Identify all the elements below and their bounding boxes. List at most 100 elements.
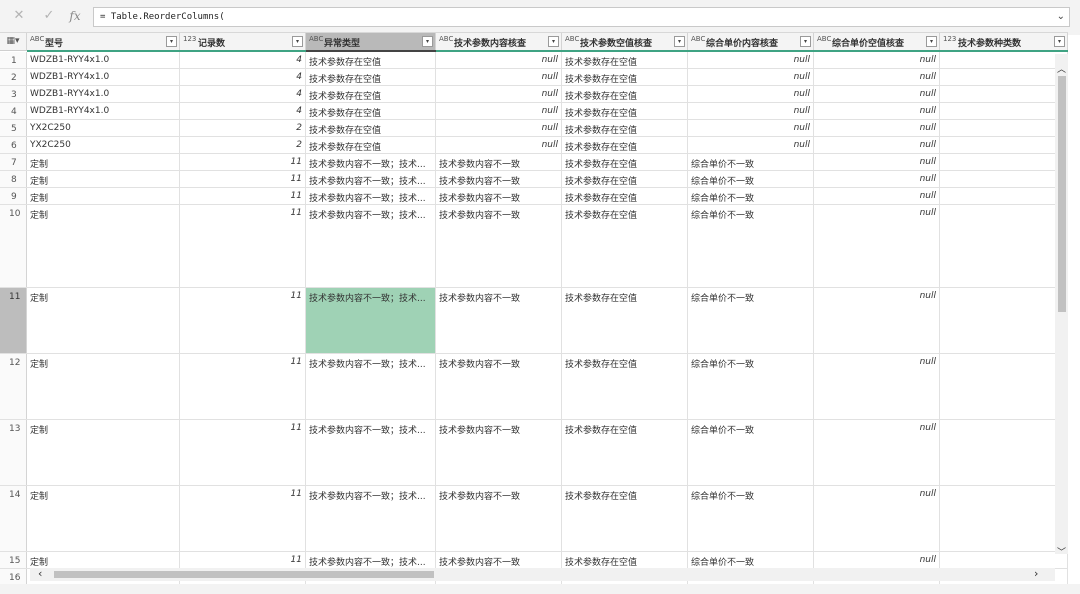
table-cell[interactable]: 定制 — [27, 486, 180, 551]
row-number[interactable]: 5 — [0, 120, 27, 136]
table-cell[interactable]: 11 — [180, 154, 306, 170]
table-cell[interactable] — [940, 205, 1068, 287]
table-cell[interactable]: null — [688, 137, 814, 153]
filter-dropdown-icon[interactable]: ▾ — [166, 36, 177, 47]
row-number[interactable]: 3 — [0, 86, 27, 102]
table-cell[interactable]: null — [436, 137, 562, 153]
filter-dropdown-icon[interactable]: ▾ — [292, 36, 303, 47]
table-cell[interactable]: null — [436, 69, 562, 85]
row-number[interactable]: 10 — [0, 205, 27, 287]
table-cell[interactable]: 技术参数内容不一致；技术... — [306, 486, 436, 551]
table-cell[interactable]: 技术参数存在空值 — [306, 103, 436, 119]
table-cell[interactable]: 11 — [180, 552, 306, 568]
table-cell[interactable]: 综合单价不一致 — [688, 171, 814, 187]
table-cell[interactable]: 定制 — [27, 288, 180, 353]
table-row[interactable]: 8 定制 11 技术参数内容不一致；技术... 技术参数内容不一致 技术参数存在空值 综合单… — [0, 171, 1068, 188]
table-cell[interactable] — [940, 188, 1068, 204]
table-cell[interactable]: WDZB1-RYY4x1.0 — [27, 86, 180, 102]
scroll-down-icon[interactable]: ﹀ — [1057, 545, 1066, 558]
column-header[interactable]: 123 记录数 ▾ — [180, 33, 306, 50]
table-cell[interactable]: 技术参数内容不一致 — [436, 552, 562, 568]
formula-input[interactable]: = Table.ReorderColumns( ⌄ — [93, 7, 1070, 27]
table-cell[interactable]: 技术参数内容不一致；技术... — [306, 552, 436, 568]
table-row[interactable]: 14 定制 11 技术参数内容不一致；技术... 技术参数内容不一致 技术参数存在空值 综合… — [0, 486, 1068, 552]
table-cell[interactable]: 11 — [180, 205, 306, 287]
table-cell[interactable]: null — [688, 52, 814, 68]
scroll-right-icon[interactable]: › — [1034, 567, 1038, 580]
table-cell[interactable]: 技术参数存在空值 — [306, 86, 436, 102]
row-number[interactable]: 11 — [0, 288, 27, 353]
table-cell[interactable]: 综合单价不一致 — [688, 154, 814, 170]
table-cell[interactable]: 4 — [180, 86, 306, 102]
table-cell[interactable]: null — [814, 137, 940, 153]
table-cell[interactable]: 11 — [180, 188, 306, 204]
table-cell[interactable]: 定制 — [27, 205, 180, 287]
table-cell[interactable]: WDZB1-RYY4x1.0 — [27, 52, 180, 68]
table-cell[interactable]: 定制 — [27, 188, 180, 204]
table-row[interactable]: 7 定制 11 技术参数内容不一致；技术... 技术参数内容不一致 技术参数存在空值 综合单… — [0, 154, 1068, 171]
table-cell[interactable]: null — [688, 86, 814, 102]
vertical-scrollbar[interactable] — [1055, 54, 1068, 554]
table-cell[interactable]: null — [814, 486, 940, 551]
table-cell[interactable]: null — [814, 188, 940, 204]
table-cell[interactable]: null — [814, 52, 940, 68]
check-icon[interactable]: ✓ — [38, 5, 60, 27]
table-cell[interactable] — [940, 52, 1068, 68]
table-cell[interactable]: 技术参数存在空值 — [306, 52, 436, 68]
column-header[interactable]: ABC 异常类型 ▾ — [306, 33, 436, 50]
filter-dropdown-icon[interactable]: ▾ — [422, 36, 433, 47]
row-number[interactable]: 13 — [0, 420, 27, 485]
table-cell[interactable]: 技术参数内容不一致；技术... — [306, 188, 436, 204]
table-cell[interactable]: 技术参数存在空值 — [562, 188, 688, 204]
table-cell[interactable]: null — [814, 420, 940, 485]
table-cell[interactable]: 技术参数内容不一致 — [436, 171, 562, 187]
table-cell[interactable]: 技术参数存在空值 — [562, 52, 688, 68]
filter-dropdown-icon[interactable]: ▾ — [548, 36, 559, 47]
table-cell[interactable]: 综合单价不一致 — [688, 205, 814, 287]
table-row[interactable]: 1 WDZB1-RYY4x1.0 4 技术参数存在空值 null 技术参数存在空值 null… — [0, 52, 1068, 69]
table-menu-icon[interactable]: ▦▾ — [0, 33, 27, 50]
table-cell[interactable]: 技术参数存在空值 — [562, 86, 688, 102]
table-cell[interactable]: 技术参数内容不一致 — [436, 288, 562, 353]
table-cell[interactable] — [940, 103, 1068, 119]
table-cell[interactable]: null — [814, 86, 940, 102]
table-cell[interactable]: 技术参数内容不一致 — [436, 486, 562, 551]
column-header[interactable]: ABC 技术参数内容核查 ▾ — [436, 33, 562, 50]
table-cell[interactable]: 技术参数内容不一致；技术... — [306, 288, 436, 353]
table-cell[interactable]: 技术参数存在空值 — [306, 120, 436, 136]
table-cell[interactable]: 综合单价不一致 — [688, 552, 814, 568]
table-cell[interactable]: 技术参数存在空值 — [306, 69, 436, 85]
table-cell[interactable]: WDZB1-RYY4x1.0 — [27, 69, 180, 85]
row-number[interactable]: 12 — [0, 354, 27, 419]
row-number[interactable]: 8 — [0, 171, 27, 187]
table-cell[interactable]: 2 — [180, 137, 306, 153]
table-cell[interactable] — [940, 420, 1068, 485]
row-number[interactable]: 9 — [0, 188, 27, 204]
table-cell[interactable]: 技术参数内容不一致 — [436, 154, 562, 170]
table-cell[interactable]: 技术参数存在空值 — [306, 137, 436, 153]
column-header[interactable]: 123 技术参数种类数 ▾ — [940, 33, 1068, 50]
table-cell[interactable] — [940, 171, 1068, 187]
table-cell[interactable]: 技术参数存在空值 — [562, 137, 688, 153]
column-type-icon[interactable]: ABC — [439, 35, 453, 43]
table-cell[interactable]: null — [814, 103, 940, 119]
table-cell[interactable]: 4 — [180, 103, 306, 119]
table-cell[interactable]: 11 — [180, 171, 306, 187]
table-cell[interactable] — [940, 137, 1068, 153]
row-number[interactable]: 16 — [0, 569, 27, 585]
table-row[interactable]: 13 定制 11 技术参数内容不一致；技术... 技术参数内容不一致 技术参数存在空值 综合… — [0, 420, 1068, 486]
vertical-scroll-thumb[interactable] — [1058, 76, 1066, 312]
table-cell[interactable]: 综合单价不一致 — [688, 288, 814, 353]
table-cell[interactable]: 技术参数内容不一致；技术... — [306, 154, 436, 170]
column-type-icon[interactable]: ABC — [817, 35, 831, 43]
table-row[interactable]: 5 YX2C250 2 技术参数存在空值 null 技术参数存在空值 null null — [0, 120, 1068, 137]
table-cell[interactable]: 定制 — [27, 154, 180, 170]
table-cell[interactable] — [940, 120, 1068, 136]
table-cell[interactable]: null — [436, 120, 562, 136]
table-cell[interactable]: null — [814, 69, 940, 85]
table-cell[interactable]: 技术参数存在空值 — [562, 154, 688, 170]
horizontal-scroll-thumb[interactable] — [54, 571, 434, 578]
table-cell[interactable]: 技术参数内容不一致 — [436, 205, 562, 287]
row-number[interactable]: 14 — [0, 486, 27, 551]
table-cell[interactable]: 技术参数存在空值 — [562, 171, 688, 187]
